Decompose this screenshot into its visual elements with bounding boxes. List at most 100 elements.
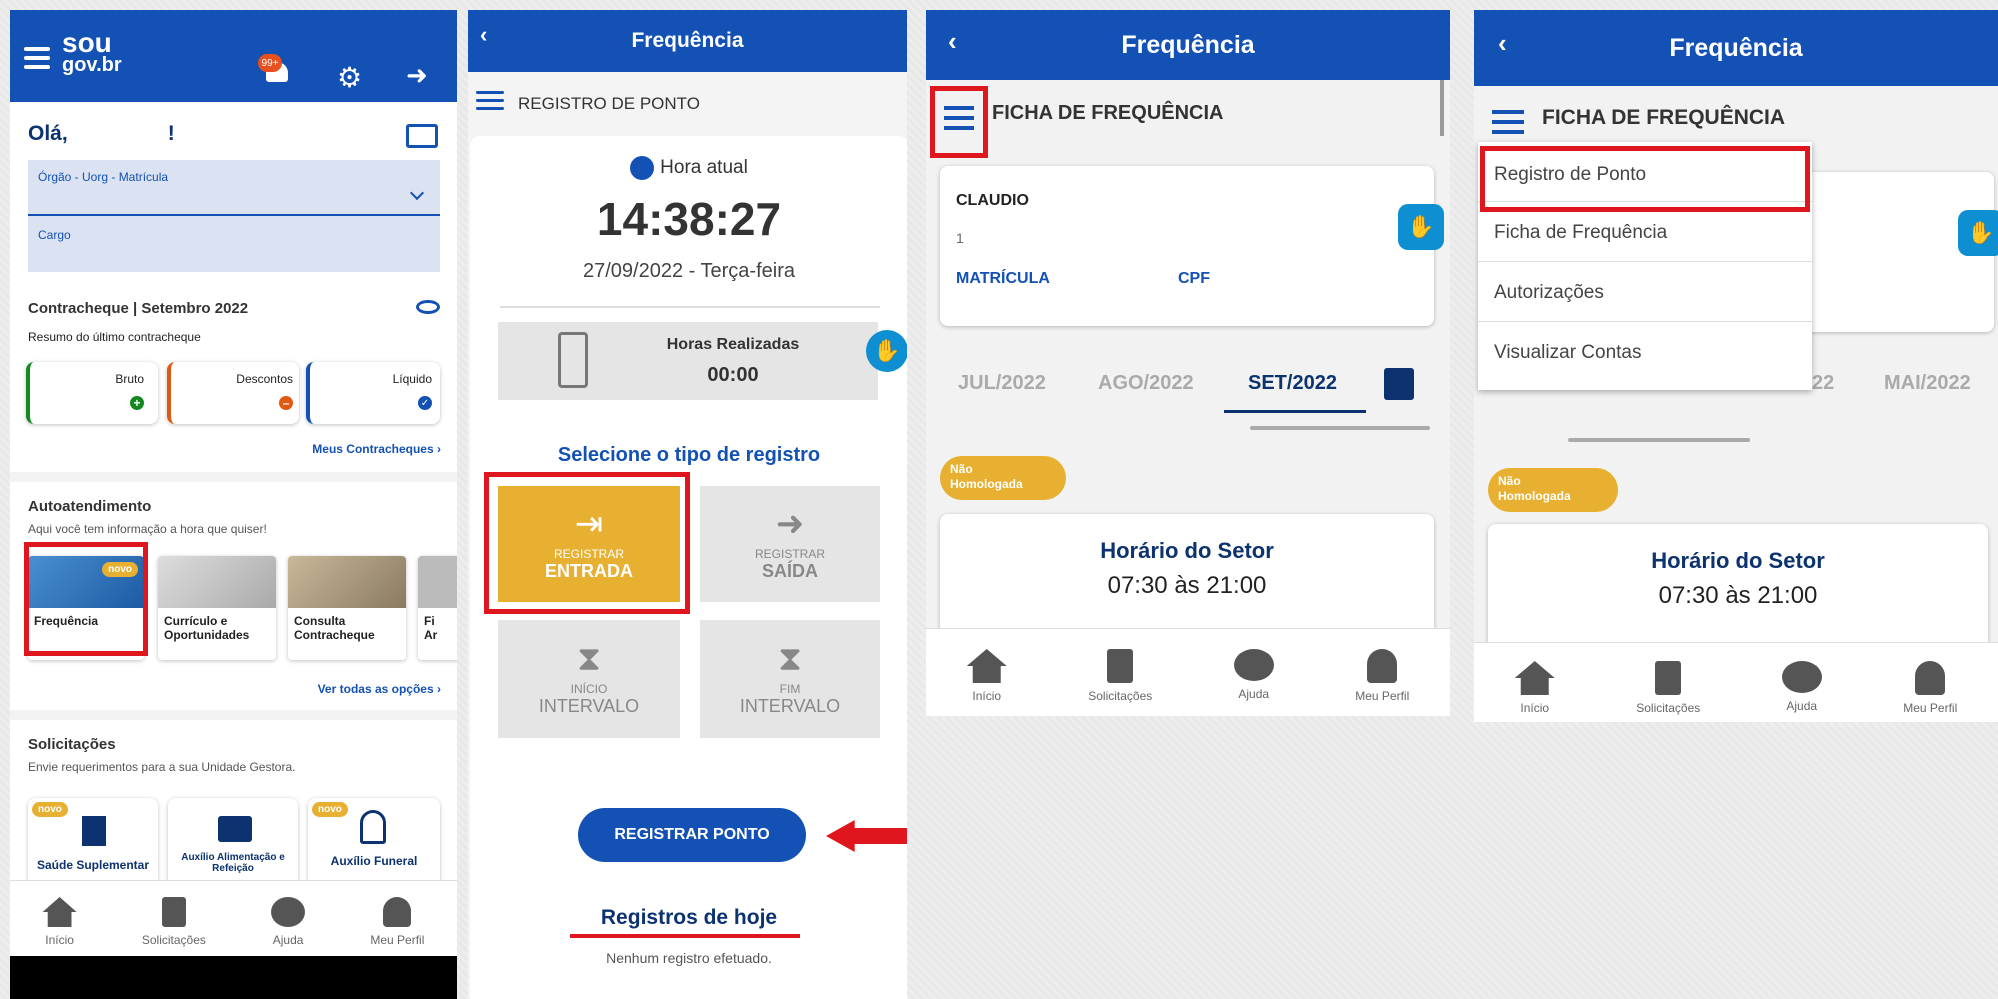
card-curriculo[interactable]: Currículo e Oportunidades bbox=[158, 556, 276, 660]
tab-meu-perfil[interactable]: Meu Perfil bbox=[1355, 649, 1409, 716]
orgao-select[interactable]: Órgão - Uorg - Matrícula bbox=[28, 160, 440, 216]
tab-inicio[interactable]: Início bbox=[966, 649, 1007, 716]
tab-solicitacoes[interactable]: Solicitações bbox=[142, 897, 206, 956]
menu-item-visualizar-contas[interactable]: Visualizar Contas bbox=[1478, 322, 1812, 382]
home-screen: sou gov.br 99+ ⚙ ➜ Olá,! Órgão - Uorg - … bbox=[10, 10, 457, 999]
bottom-nav: Início Solicitações Ajuda Meu Perfil bbox=[1474, 642, 1998, 722]
bruto-card: Bruto + bbox=[26, 362, 158, 424]
back-arrow-icon[interactable]: ‹ bbox=[480, 22, 487, 48]
greeting: Olá,! bbox=[28, 122, 175, 145]
tab-inicio[interactable]: Início bbox=[1514, 661, 1555, 722]
tab-ajuda[interactable]: Ajuda bbox=[1233, 649, 1274, 716]
card-consulta-contracheque[interactable]: Consulta Contracheque bbox=[288, 556, 406, 660]
section-title: REGISTRO DE PONTO bbox=[518, 94, 700, 113]
clipboard-icon bbox=[1655, 661, 1682, 695]
menu-icon[interactable] bbox=[476, 86, 504, 115]
contracheque-summary: Bruto + Descontos – Líquido ✓ Meus Contr… bbox=[10, 362, 457, 472]
scroll-indicator bbox=[1568, 438, 1750, 442]
clipboard-icon bbox=[161, 897, 186, 927]
user-icon bbox=[383, 897, 412, 927]
current-date: 27/09/2022 - Terça-feira bbox=[583, 260, 795, 282]
chat-icon bbox=[1781, 661, 1822, 693]
back-arrow-icon[interactable]: ‹ bbox=[948, 26, 957, 57]
eye-icon[interactable] bbox=[416, 300, 440, 314]
tab-meu-perfil[interactable]: Meu Perfil bbox=[1903, 661, 1957, 722]
horario-setor-card: Horário do Setor 07:30 às 21:00 bbox=[1488, 524, 1988, 644]
gear-icon[interactable]: ⚙ bbox=[337, 64, 362, 92]
liquido-card: Líquido ✓ bbox=[306, 362, 440, 424]
inicio-intervalo-button[interactable]: ⧗ INÍCIO INTERVALO bbox=[498, 620, 680, 738]
bottom-nav: Início Solicitações Ajuda Meu Perfil bbox=[926, 628, 1450, 716]
system-nav-bar bbox=[10, 956, 457, 999]
registros-hoje-title: Registros de hoje bbox=[600, 906, 778, 929]
tab-ajuda[interactable]: Ajuda bbox=[271, 897, 306, 956]
descontos-card: Descontos – bbox=[167, 362, 299, 424]
calendar-icon[interactable] bbox=[1384, 368, 1414, 400]
card-auxilio-funeral[interactable]: novo Auxílio Funeral bbox=[308, 798, 440, 888]
menu-icon[interactable] bbox=[1492, 104, 1524, 140]
nao-homologada-badge: Não Homologada bbox=[940, 456, 1066, 500]
app-logo: sou gov.br bbox=[62, 27, 122, 77]
ver-todas-link[interactable]: Ver todas as opções › bbox=[318, 682, 441, 696]
registrar-saida-button[interactable]: ➜ REGISTRAR SAÍDA bbox=[700, 486, 880, 602]
id-card-icon[interactable] bbox=[406, 124, 438, 148]
check-circle-icon: ✓ bbox=[418, 396, 432, 410]
app-header: ‹ Frequência bbox=[926, 10, 1450, 80]
tab-solicitacoes[interactable]: Solicitações bbox=[1636, 661, 1700, 722]
highlight-registrar-entrada bbox=[484, 472, 690, 614]
highlight-registro-ponto bbox=[1480, 146, 1810, 212]
logout-icon[interactable]: ➜ bbox=[406, 62, 428, 88]
highlight-menu-icon bbox=[930, 86, 988, 158]
clipboard-icon bbox=[1107, 649, 1134, 683]
minus-circle-icon: – bbox=[279, 396, 293, 410]
nao-homologada-badge: Não Homologada bbox=[1488, 468, 1618, 512]
menu-item-autorizacoes[interactable]: Autorizações bbox=[1478, 262, 1812, 322]
vlibras-icon[interactable]: ✋ bbox=[866, 330, 907, 372]
card-saude[interactable]: novo Saúde Suplementar bbox=[28, 798, 158, 888]
logout-icon: ➜ bbox=[775, 504, 805, 543]
home-icon bbox=[966, 649, 1007, 683]
section-title: FICHA DE FREQUÊNCIA bbox=[1542, 106, 1786, 129]
card-auxilio-alimentacao[interactable]: Auxílio Alimentação e Refeição bbox=[168, 798, 298, 888]
app-header: sou gov.br 99+ ⚙ ➜ bbox=[10, 10, 457, 102]
month-tab-set[interactable]: SET/2022 bbox=[1248, 372, 1337, 395]
user-icon bbox=[1915, 661, 1946, 695]
month-tab-partial[interactable]: 22 bbox=[1812, 372, 1834, 395]
cargo-field: Cargo bbox=[28, 216, 440, 272]
month-tab-jul[interactable]: JUL/2022 bbox=[958, 372, 1046, 395]
hourglass-icon: ⧗ bbox=[778, 639, 802, 678]
selecione-tipo-label: Selecione o tipo de registro bbox=[557, 444, 821, 466]
card-partial[interactable]: Fi Ar bbox=[418, 556, 457, 660]
month-tab-mai[interactable]: MAI/2022 bbox=[1884, 372, 1971, 395]
month-tab-ago[interactable]: AGO/2022 bbox=[1098, 372, 1194, 395]
coins-photo bbox=[288, 556, 406, 608]
tab-meu-perfil[interactable]: Meu Perfil bbox=[370, 897, 424, 956]
scrollbar[interactable] bbox=[1440, 80, 1444, 136]
tab-ajuda[interactable]: Ajuda bbox=[1781, 661, 1822, 722]
user-section: Olá,! Órgão - Uorg - Matrícula Cargo Con… bbox=[10, 102, 457, 362]
back-arrow-icon[interactable]: ‹ bbox=[1498, 28, 1507, 59]
vlibras-icon[interactable]: ✋ bbox=[1958, 210, 1998, 256]
meus-contracheques-link[interactable]: Meus Contracheques › bbox=[312, 442, 441, 456]
registrar-ponto-button[interactable]: REGISTRAR PONTO bbox=[578, 808, 806, 862]
funeral-icon bbox=[360, 810, 386, 844]
tab-solicitacoes[interactable]: Solicitações bbox=[1088, 649, 1152, 716]
home-icon bbox=[42, 897, 77, 927]
ficha-frequencia-screen: ‹ Frequência FICHA DE FREQUÊNCIA CLAUDIO… bbox=[926, 10, 1450, 716]
chat-icon bbox=[1233, 649, 1274, 681]
notification-badge: 99+ bbox=[258, 54, 282, 72]
people-photo bbox=[158, 556, 276, 608]
registro-ponto-screen: ‹ Frequência REGISTRO DE PONTO Hora atua… bbox=[468, 10, 907, 999]
ficha-menu-screen: ‹ Frequência FICHA DE FREQUÊNCIA ✋ 22 MA… bbox=[1474, 10, 1998, 722]
user-icon bbox=[1367, 649, 1398, 683]
plus-circle-icon: + bbox=[130, 396, 144, 410]
contracheque-title: Contracheque | Setembro 2022 bbox=[28, 300, 249, 317]
menu-icon[interactable] bbox=[24, 42, 50, 74]
app-header: ‹ Frequência bbox=[468, 10, 907, 72]
hora-atual-label: Hora atual bbox=[470, 156, 907, 180]
vlibras-icon[interactable]: ✋ bbox=[1398, 204, 1444, 250]
fim-intervalo-button[interactable]: ⧗ FIM INTERVALO bbox=[700, 620, 880, 738]
month-tabs: JUL/2022 AGO/2022 SET/2022 bbox=[926, 360, 1450, 420]
tab-inicio[interactable]: Início bbox=[42, 897, 77, 956]
bottom-nav: Início Solicitações Ajuda Meu Perfil bbox=[10, 880, 457, 956]
